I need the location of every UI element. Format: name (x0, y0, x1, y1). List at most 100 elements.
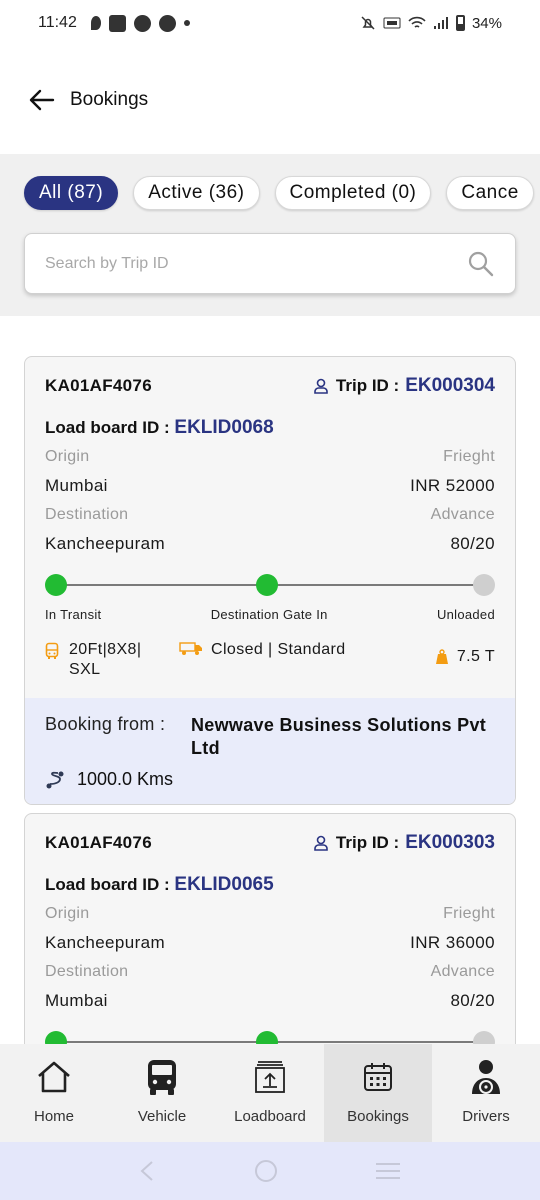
trip-id-value: EK000303 (405, 832, 495, 853)
booking-card-body: KA01AF4076 Trip ID : EK000303 Load board … (25, 814, 515, 1044)
tab-active[interactable]: Active (36) (133, 176, 260, 210)
more-dot-icon (183, 20, 190, 26)
volte-icon (383, 17, 401, 29)
app-bar: Bookings (0, 70, 540, 130)
advance-label: Advance (430, 963, 495, 980)
origin-label: Origin (45, 448, 90, 465)
user-icon (314, 378, 328, 394)
booking-card-body: KA01AF4076 Trip ID : EK000304 Load board … (25, 357, 515, 698)
step-node-unloaded (473, 574, 495, 596)
truck-size: 20Ft|8X8| (69, 641, 142, 658)
trip-id-value: EK000304 (405, 375, 495, 396)
step-label: Unloaded (436, 607, 495, 622)
booking-from-label: Booking from : (45, 714, 166, 734)
status-time: 11:42 (38, 14, 77, 31)
trip-progress (45, 573, 495, 597)
status-bar: 11:42 34% (0, 0, 540, 46)
nav-bookings-label: Bookings (347, 1108, 409, 1125)
truck-side-icon (179, 642, 202, 655)
wifi-icon (408, 16, 426, 28)
location-icon (90, 16, 101, 30)
user-icon (314, 835, 328, 851)
search-box (24, 233, 516, 294)
mute-icon (361, 16, 375, 30)
origin-label: Origin (45, 905, 90, 922)
trip-id-label: Trip ID : (335, 833, 400, 852)
freight-value: INR 36000 (410, 933, 495, 952)
trip-progress (45, 1030, 495, 1044)
search-input[interactable] (45, 254, 467, 273)
status-right: 34% (360, 15, 502, 32)
calendar-icon (364, 1063, 392, 1091)
step-labels: In Transit Destination Gate In Unloaded (45, 607, 495, 622)
destination-value: Mumbai (45, 991, 108, 1010)
origin-value: Mumbai (45, 476, 108, 495)
freight-value: INR 52000 (410, 476, 495, 495)
step-node-gate-in (256, 574, 278, 596)
upload-icon (255, 1061, 285, 1093)
app-icon-2 (158, 14, 176, 32)
nav-vehicle-label: Vehicle (137, 1108, 187, 1125)
booking-card[interactable]: KA01AF4076 Trip ID : EK000304 Load board … (24, 356, 516, 805)
nav-vehicle[interactable]: Vehicle (108, 1044, 216, 1142)
system-menu-icon[interactable] (374, 1160, 402, 1182)
booking-footer: Booking from : Newwave Business Solution… (25, 698, 515, 804)
step-label: In Transit (45, 607, 102, 622)
load-board-id: EKLID0068 (174, 417, 274, 438)
booking-from-value-2: Ltd (191, 738, 220, 758)
step-node-unloaded (473, 1031, 495, 1044)
vehicle-number: KA01AF4076 (45, 833, 152, 852)
nav-loadboard[interactable]: Loadboard (216, 1044, 324, 1142)
origin-value: Kancheepuram (45, 933, 166, 952)
load-board-id: EKLID0065 (174, 874, 274, 895)
bus-icon (148, 1060, 176, 1095)
notification-icons (90, 14, 190, 32)
tab-all[interactable]: All (87) (24, 176, 119, 210)
step-label: Destination Gate In (210, 607, 328, 622)
system-home-icon[interactable] (253, 1158, 279, 1184)
nav-home[interactable]: Home (0, 1044, 108, 1142)
message-icon (108, 14, 126, 32)
destination-label: Destination (45, 963, 129, 980)
distance-row: 1000.0 Kms (45, 769, 495, 790)
weight-icon (435, 649, 448, 664)
home-icon (38, 1061, 70, 1093)
search-icon[interactable] (467, 250, 495, 278)
back-button[interactable] (28, 86, 56, 114)
load-board-label: Load board ID : (45, 418, 170, 437)
system-back-icon[interactable] (138, 1160, 158, 1182)
driver-icon (472, 1060, 500, 1094)
freight-label: Frieght (443, 448, 495, 465)
advance-value: 80/20 (450, 991, 495, 1010)
tab-cancelled[interactable]: Cance (446, 176, 534, 210)
booking-card[interactable]: KA01AF4076 Trip ID : EK000303 Load board … (24, 813, 516, 1044)
step-node-in-transit (45, 574, 67, 596)
nav-loadboard-label: Loadboard (234, 1108, 306, 1125)
battery-percent: 34% (471, 14, 502, 32)
vehicle-specs: 20Ft|8X8| SXL Closed | Standard 7.5 T (45, 640, 495, 698)
app-icon (133, 14, 151, 32)
booking-from-value: Newwave Business Solutions Pvt (191, 715, 487, 735)
truck-front-icon (45, 642, 59, 659)
load-board-row: Load board ID : EKLID0065 (45, 874, 495, 896)
nav-drivers[interactable]: Drivers (432, 1044, 540, 1142)
capacity: 7.5 T (456, 648, 495, 665)
advance-label: Advance (430, 506, 495, 523)
freight-label: Frieght (443, 905, 495, 922)
tab-completed[interactable]: Completed (0) (274, 176, 432, 210)
load-board-label: Load board ID : (45, 875, 170, 894)
bookings-list: KA01AF4076 Trip ID : EK000304 Load board … (0, 316, 540, 1044)
route-icon (46, 771, 64, 788)
back-arrow-icon (29, 89, 55, 111)
vehicle-number: KA01AF4076 (45, 376, 152, 395)
filter-section: All (87) Active (36) Completed (0) Cance (0, 154, 540, 316)
advance-value: 80/20 (450, 534, 495, 553)
battery-icon (455, 15, 465, 31)
destination-value: Kancheepuram (45, 534, 166, 553)
bottom-nav: Home Vehicle Loadboard Bookings Drivers (0, 1044, 540, 1142)
nav-bookings[interactable]: Bookings (324, 1044, 432, 1142)
nav-home-label: Home (33, 1108, 74, 1125)
distance: 1000.0 Kms (77, 769, 174, 789)
page-title: Bookings (70, 89, 149, 110)
trip-id-row: Trip ID : EK000303 (312, 832, 495, 854)
